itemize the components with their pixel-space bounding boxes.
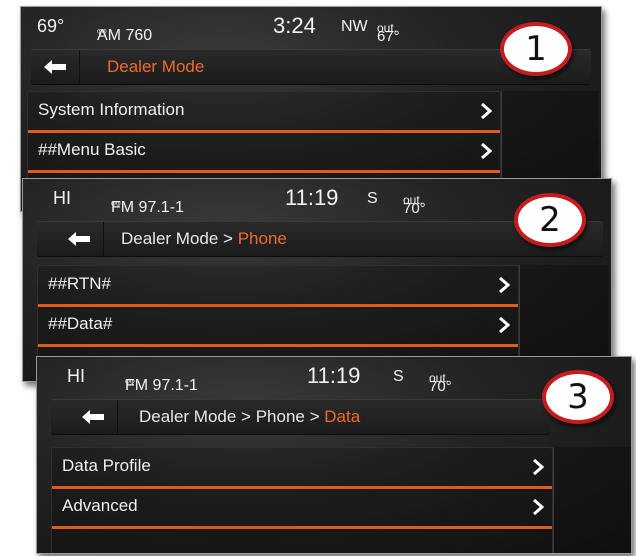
chevron-right-icon [499, 277, 510, 293]
radio-station: FM 97.1-1 [111, 199, 184, 216]
climate-temp: HI [67, 366, 85, 386]
breadcrumb-current: Dealer Mode [107, 57, 205, 76]
side-panel [553, 447, 631, 553]
list-item-rtn[interactable]: ##RTN# [38, 266, 518, 307]
left-arrow-icon [68, 232, 90, 246]
climate-temp: 69° [37, 16, 65, 36]
step-badge-1: 1 [500, 22, 572, 76]
outside-temp: 70° [429, 378, 452, 395]
list-item-data[interactable]: ##Data# [38, 306, 518, 347]
clock: 11:19 [307, 363, 361, 388]
left-arrow-icon [82, 410, 104, 424]
breadcrumb-current: Data [324, 407, 361, 426]
clock: 3:24 [273, 13, 316, 38]
step-badge-2: 2 [514, 193, 586, 247]
radio-station: AM 760 [97, 27, 153, 44]
breadcrumb-prefix: Dealer Mode > [121, 229, 238, 248]
breadcrumb: Dealer Mode > Phone > Data [139, 407, 360, 427]
compass-heading: S [393, 368, 404, 385]
clock: 11:19 [285, 185, 339, 210]
list-item-label: System Information [38, 100, 185, 119]
compass-heading: S [367, 190, 378, 207]
breadcrumb: Dealer Mode > Phone [121, 229, 287, 249]
screen-data: HI ᵠᵠ FM 97.1-1 11:19 S 70° out. Dealer M… [36, 356, 632, 554]
breadcrumb-current: Phone [237, 229, 287, 248]
menu-list: Data Profile Advanced [51, 447, 553, 553]
list-item-data-profile[interactable]: Data Profile [52, 448, 552, 489]
list-item-advanced[interactable]: Advanced [52, 488, 552, 529]
back-button[interactable] [55, 222, 104, 256]
left-arrow-icon [44, 60, 66, 74]
list-item-label: ##Data# [48, 314, 113, 333]
breadcrumb-prefix: Dealer Mode > Phone > [139, 407, 325, 426]
outside-temp: 67° [377, 28, 400, 45]
chevron-right-icon [481, 143, 492, 159]
list-item-system-information[interactable]: System Information [28, 92, 500, 133]
compass-heading: NW [341, 18, 368, 35]
list-item-label: ##RTN# [48, 274, 111, 293]
chevron-right-icon [481, 103, 492, 119]
chevron-right-icon [533, 499, 544, 515]
outside-temp: 70° [403, 200, 426, 217]
back-button[interactable] [31, 50, 80, 84]
title-bar: Dealer Mode > Phone > Data [51, 399, 551, 435]
list-item-label: Advanced [62, 496, 138, 515]
radio-station: FM 97.1-1 [125, 377, 198, 394]
list-item-label: Data Profile [62, 456, 151, 475]
climate-temp: HI [53, 188, 71, 208]
breadcrumb: Dealer Mode [107, 57, 204, 77]
chevron-right-icon [499, 317, 510, 333]
list-item-menu-basic[interactable]: ##Menu Basic [28, 132, 500, 173]
chevron-right-icon [533, 459, 544, 475]
step-badge-3: 3 [542, 370, 614, 424]
list-item-label: ##Menu Basic [38, 140, 146, 159]
back-button[interactable] [69, 400, 118, 434]
